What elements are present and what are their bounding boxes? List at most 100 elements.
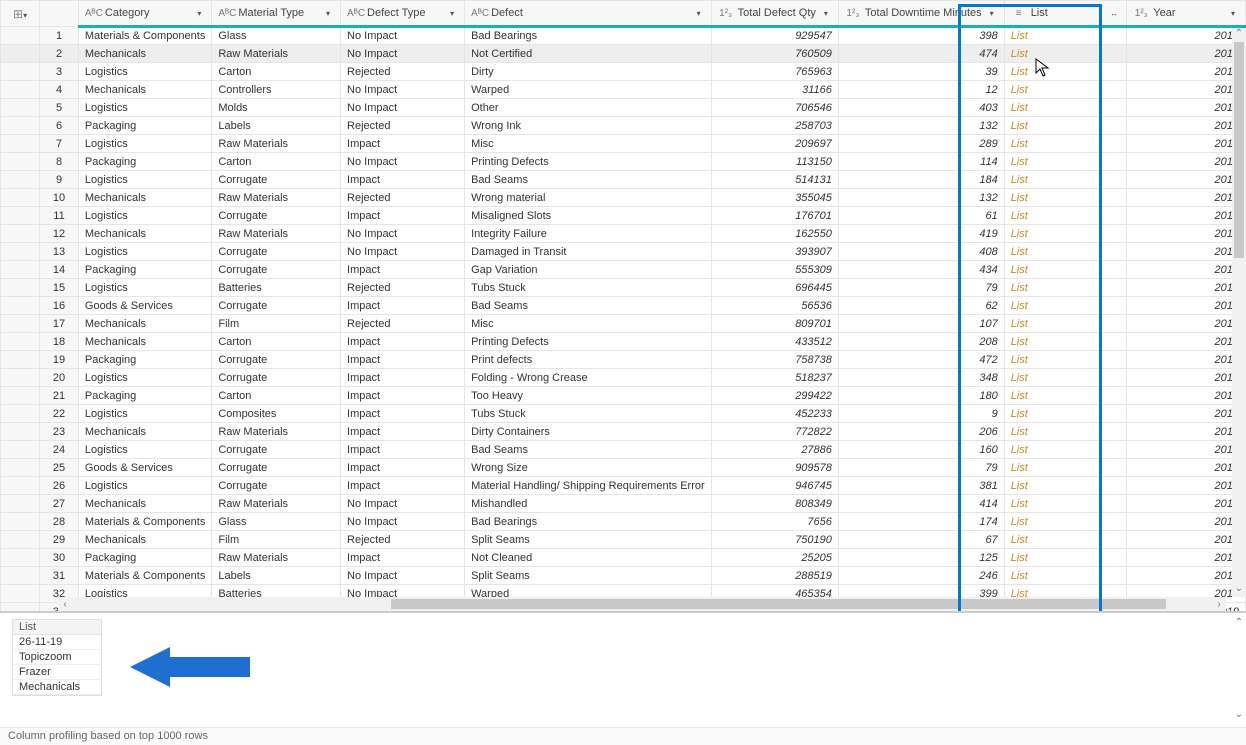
cell-list[interactable]: List <box>1004 45 1127 63</box>
cell-category[interactable]: Logistics <box>78 279 211 297</box>
cell-downtime[interactable]: 125 <box>838 549 1004 567</box>
cell-defect[interactable]: Wrong Ink <box>465 117 712 135</box>
cell-year[interactable]: 2018 <box>1127 405 1246 423</box>
cell-material[interactable]: Corrugate <box>212 477 341 495</box>
cell-defect[interactable]: Not Cleaned <box>465 549 712 567</box>
column-header-defect_type[interactable]: AᴮCDefect Type▾ <box>341 1 465 27</box>
column-header-list[interactable]: ≡List↔ <box>1004 1 1127 27</box>
cell-year[interactable]: 2018 <box>1127 243 1246 261</box>
cell-material[interactable]: Glass <box>212 513 341 531</box>
cell-list[interactable]: List <box>1004 153 1127 171</box>
cell-defect[interactable]: Not Certified <box>465 45 712 63</box>
cell-material[interactable]: Raw Materials <box>212 495 341 513</box>
h-scroll-thumb[interactable] <box>391 599 1166 609</box>
column-header-year[interactable]: 1²₃Year▾ <box>1127 1 1246 27</box>
cell-list[interactable]: List <box>1004 531 1127 549</box>
table-row[interactable]: 21PackagingCartonImpactToo Heavy29942218… <box>1 387 1246 405</box>
table-row[interactable]: 12MechanicalsRaw MaterialsNo ImpactInteg… <box>1 225 1246 243</box>
column-header-total_qty[interactable]: 1²₃Total Defect Qty▾ <box>711 1 838 27</box>
cell-defect_type[interactable]: Impact <box>341 369 465 387</box>
cell-material[interactable]: Labels <box>212 567 341 585</box>
cell-year[interactable]: 2019 <box>1127 189 1246 207</box>
table-row[interactable]: 11LogisticsCorrugateImpactMisaligned Slo… <box>1 207 1246 225</box>
table-row[interactable]: 13LogisticsCorrugateNo ImpactDamaged in … <box>1 243 1246 261</box>
cell-downtime[interactable]: 419 <box>838 225 1004 243</box>
cell-defect_type[interactable]: No Impact <box>341 27 465 45</box>
preview-scroll-down-icon[interactable]: ⌄ <box>1232 709 1246 723</box>
cell-defect_type[interactable]: Rejected <box>341 315 465 333</box>
cell-material[interactable]: Corrugate <box>212 351 341 369</box>
cell-defect_type[interactable]: Rejected <box>341 531 465 549</box>
table-row[interactable]: 19PackagingCorrugateImpactPrint defects7… <box>1 351 1246 369</box>
cell-defect_type[interactable]: No Impact <box>341 81 465 99</box>
cell-defect_type[interactable]: Impact <box>341 297 465 315</box>
cell-downtime[interactable]: 206 <box>838 423 1004 441</box>
table-row[interactable]: 23MechanicalsRaw MaterialsImpactDirty Co… <box>1 423 1246 441</box>
cell-category[interactable]: Mechanicals <box>78 45 211 63</box>
cell-total_qty[interactable]: 31166 <box>711 81 838 99</box>
cell-total_qty[interactable]: 809701 <box>711 315 838 333</box>
list-item[interactable]: Mechanicals <box>13 680 101 695</box>
cell-total_qty[interactable]: 808349 <box>711 495 838 513</box>
cell-category[interactable]: Logistics <box>78 369 211 387</box>
table-row[interactable]: 4MechanicalsControllersNo ImpactWarped31… <box>1 81 1246 99</box>
vertical-scrollbar[interactable]: ⌃ ⌄ <box>1232 28 1246 597</box>
cell-material[interactable]: Raw Materials <box>212 423 341 441</box>
table-row[interactable]: 30PackagingRaw MaterialsImpactNot Cleane… <box>1 549 1246 567</box>
cell-category[interactable]: Mechanicals <box>78 333 211 351</box>
cell-defect[interactable]: Bad Bearings <box>465 27 712 45</box>
cell-list[interactable]: List <box>1004 387 1127 405</box>
cell-defect[interactable]: Bad Seams <box>465 441 712 459</box>
cell-material[interactable]: Composites <box>212 405 341 423</box>
cell-total_qty[interactable]: 758738 <box>711 351 838 369</box>
cell-year[interactable]: 2018 <box>1127 549 1246 567</box>
data-grid[interactable]: ⊞▾AᴮCCategory▾AᴮCMaterial Type▾AᴮCDefect… <box>0 0 1246 612</box>
cell-downtime[interactable]: 12 <box>838 81 1004 99</box>
cell-defect[interactable]: Tubs Stuck <box>465 405 712 423</box>
cell-downtime[interactable]: 114 <box>838 153 1004 171</box>
cell-list[interactable]: List <box>1004 225 1127 243</box>
cell-defect_type[interactable]: Impact <box>341 261 465 279</box>
cell-defect_type[interactable]: Impact <box>341 387 465 405</box>
table-row[interactable]: 5LogisticsMoldsNo ImpactOther706546403Li… <box>1 99 1246 117</box>
cell-year[interactable]: 2019 <box>1127 207 1246 225</box>
cell-list[interactable]: List <box>1004 477 1127 495</box>
cell-total_qty[interactable]: 452233 <box>711 405 838 423</box>
table-options-button[interactable]: ⊞▾ <box>1 1 40 27</box>
cell-list[interactable]: List <box>1004 333 1127 351</box>
cell-list[interactable]: List <box>1004 63 1127 81</box>
h-scroll-track[interactable] <box>72 599 1212 609</box>
cell-total_qty[interactable]: 706546 <box>711 99 838 117</box>
cell-defect_type[interactable]: Rejected <box>341 117 465 135</box>
cell-defect_type[interactable]: Impact <box>341 477 465 495</box>
cell-list[interactable]: List <box>1004 297 1127 315</box>
cell-downtime[interactable]: 9 <box>838 405 1004 423</box>
cell-defect[interactable]: Folding - Wrong Crease <box>465 369 712 387</box>
cell-list[interactable]: List <box>1004 567 1127 585</box>
cell-year[interactable]: 2019 <box>1127 63 1246 81</box>
cell-year[interactable]: 2018 <box>1127 351 1246 369</box>
preview-vertical-scrollbar[interactable]: ⌃ ⌄ <box>1232 617 1246 723</box>
cell-material[interactable]: Corrugate <box>212 207 341 225</box>
table-row[interactable]: 31Materials & ComponentsLabelsNo ImpactS… <box>1 567 1246 585</box>
cell-downtime[interactable]: 472 <box>838 351 1004 369</box>
cell-material[interactable]: Raw Materials <box>212 189 341 207</box>
horizontal-scrollbar[interactable]: ‹ › <box>58 597 1226 611</box>
cell-defect_type[interactable]: Impact <box>341 423 465 441</box>
cell-material[interactable]: Glass <box>212 27 341 45</box>
column-header-defect[interactable]: AᴮCDefect▾ <box>465 1 712 27</box>
cell-list[interactable]: List <box>1004 405 1127 423</box>
cell-list[interactable]: List <box>1004 135 1127 153</box>
cell-total_qty[interactable]: 555309 <box>711 261 838 279</box>
cell-material[interactable]: Carton <box>212 387 341 405</box>
cell-defect[interactable]: Mishandled <box>465 495 712 513</box>
cell-defect[interactable]: Damaged in Transit <box>465 243 712 261</box>
table-row[interactable]: 6PackagingLabelsRejectedWrong Ink2587031… <box>1 117 1246 135</box>
cell-defect[interactable]: Wrong Size <box>465 459 712 477</box>
cell-total_qty[interactable]: 7656 <box>711 513 838 531</box>
cell-defect[interactable]: Misaligned Slots <box>465 207 712 225</box>
list-item[interactable]: Frazer <box>13 665 101 680</box>
cell-defect[interactable]: Misc <box>465 135 712 153</box>
cell-list[interactable]: List <box>1004 279 1127 297</box>
cell-defect_type[interactable]: No Impact <box>341 153 465 171</box>
